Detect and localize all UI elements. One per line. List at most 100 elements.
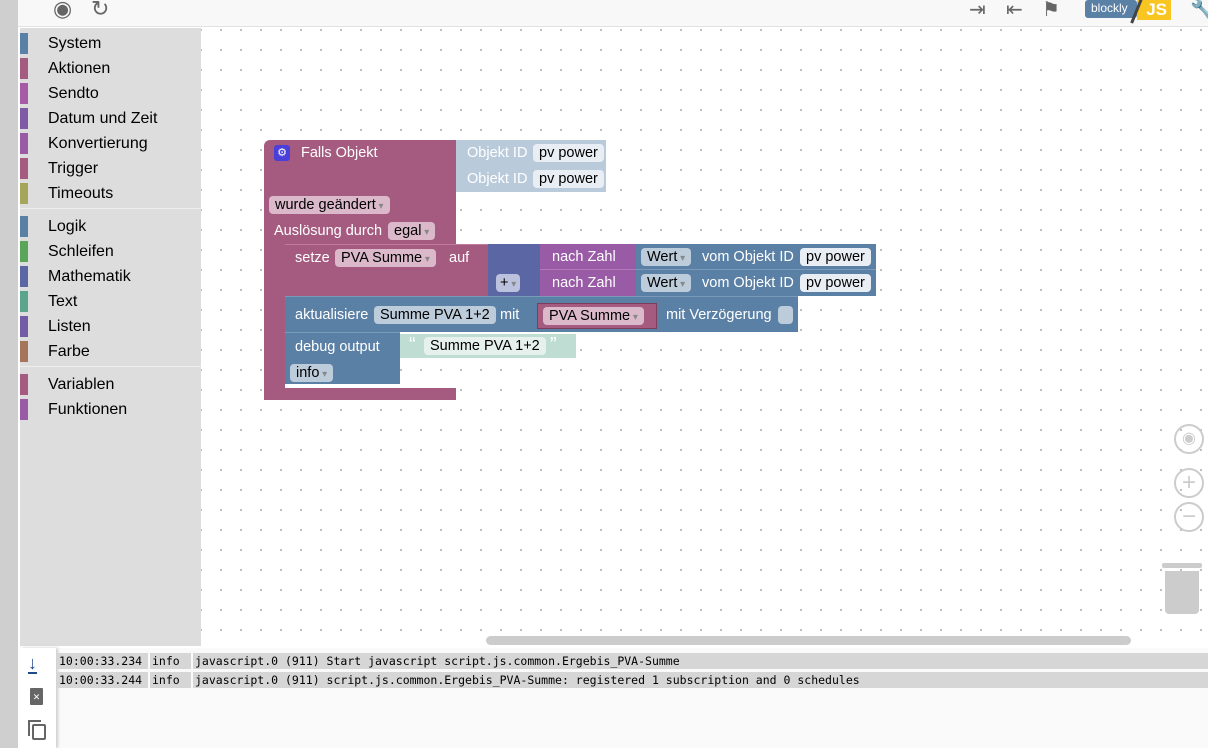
category-label: Konvertierung [48,135,148,152]
scroll-down-icon[interactable]: ↓ [28,654,37,674]
category-color [20,341,28,362]
trigger-by-dropdown[interactable]: egal [388,222,436,240]
to-number-block[interactable]: nach Zahl [540,270,636,296]
update-label: aktualisiere [295,307,369,323]
log-toolbar: ↓ ✕ [20,648,56,748]
category-color [20,399,28,420]
log-time: 10:00:33.234 [57,653,148,669]
text-field[interactable]: Summe PVA 1+2 [424,337,546,355]
object-id-label: Objekt ID [467,171,528,187]
blockly-mode[interactable]: blockly [1085,0,1137,18]
log-level: info [150,672,191,688]
category-mathematik[interactable]: Mathematik [20,265,201,287]
get-value-block[interactable]: Wert vom Objekt ID pv power [636,270,876,296]
condition-dropdown[interactable]: wurde geändert [269,196,390,214]
horizontal-scrollbar[interactable] [486,636,1131,645]
checkered-flag-icon[interactable]: ⚑ [1042,0,1060,22]
category-variablen[interactable]: Variablen [20,373,201,395]
delete-icon[interactable]: ✕ [30,688,43,705]
debug-output-block[interactable]: debug output info [285,332,400,384]
value-dropdown[interactable]: Wert [641,274,692,292]
gear-icon[interactable]: ⚙ [274,145,290,161]
recenter-icon[interactable]: ◉ [1174,424,1204,454]
category-color [20,374,28,395]
category-label: Timeouts [48,185,114,202]
category-konvertierung[interactable]: Konvertierung [20,132,201,154]
category-label: Aktionen [48,60,111,77]
log-level: info [150,653,191,669]
zoom-in-icon[interactable]: + [1174,468,1204,498]
category-label: System [48,35,102,52]
update-state-block[interactable]: aktualisiere Summe PVA 1+2 mit PVA Summe… [285,296,798,332]
category-schleifen[interactable]: Schleifen [20,240,201,262]
category-color [20,58,28,79]
trash-icon[interactable] [1162,560,1202,614]
object-id-block[interactable]: Objekt ID pv power [456,166,606,192]
category-color [20,266,28,287]
category-color [20,158,28,179]
object-id-field[interactable]: pv power [533,144,604,162]
category-label: Logik [48,218,87,235]
log-time: 10:00:33.244 [57,672,148,688]
object-id-field[interactable]: pv power [533,170,604,188]
delay-label: mit Verzögerung [666,307,772,323]
level-dropdown[interactable]: info [290,364,334,382]
set-variable-block[interactable]: setze PVA Summe auf [285,244,488,296]
category-system[interactable]: System [20,32,201,54]
export-icon[interactable]: ⇥ [969,0,986,22]
category-color [20,316,28,337]
category-label: Text [48,293,78,310]
toolbar: ◉ ↻ ⇥ ⇤ ⚑ blockly JS 🔧 [18,0,1208,27]
delay-checkbox[interactable] [778,306,793,324]
text-block[interactable]: “ Summe PVA 1+2 ” [400,334,576,358]
category-text[interactable]: Text [20,290,201,312]
variable-dropdown[interactable]: PVA Summe [335,249,436,267]
value-dropdown[interactable]: Wert [641,248,692,266]
get-value-block[interactable]: Wert vom Objekt ID pv power [636,244,876,270]
category-timeouts[interactable]: Timeouts [20,182,201,204]
category-sendto[interactable]: Sendto [20,82,201,104]
category-logik[interactable]: Logik [20,215,201,237]
state-field[interactable]: Summe PVA 1+2 [374,306,496,324]
category-trigger[interactable]: Trigger [20,157,201,179]
zoom-out-icon[interactable]: − [1174,502,1204,532]
category-label: Mathematik [48,268,131,285]
mode-toggle[interactable]: blockly JS [1080,0,1188,24]
blockly-workspace[interactable]: ⚙ Falls Objekt wurde geändert Auslösung … [201,28,1208,646]
object-id-field[interactable]: pv power [800,274,871,292]
object-id-block[interactable]: Objekt ID pv power [456,140,606,166]
category-color [20,241,28,262]
window-edge [0,0,18,748]
category-color [20,183,28,204]
category-separator [20,208,201,209]
category-listen[interactable]: Listen [20,315,201,337]
operator-dropdown[interactable]: + [496,274,521,292]
object-id-field[interactable]: pv power [800,248,871,266]
category-funktionen[interactable]: Funktionen [20,398,201,420]
settings-wrench-icon[interactable]: 🔧 [1190,0,1208,22]
category-color [20,291,28,312]
copy-icon[interactable] [28,720,46,740]
category-label: Funktionen [48,401,128,418]
import-icon[interactable]: ⇤ [1006,0,1023,22]
category-datum-und-zeit[interactable]: Datum und Zeit [20,107,201,129]
to-number-block[interactable]: nach Zahl [540,244,636,270]
to-number-label: nach Zahl [552,249,616,265]
category-color [20,83,28,104]
to-number-label: nach Zahl [552,275,616,291]
category-label: Listen [48,318,91,335]
category-aktionen[interactable]: Aktionen [20,57,201,79]
js-mode[interactable]: JS [1137,0,1171,20]
category-color [20,216,28,237]
trigger-title: Falls Objekt [301,145,378,161]
log-panel: ↓ ✕ 10:00:33.234 info javascript.0 (911) S… [20,648,1208,748]
category-farbe[interactable]: Farbe [20,340,201,362]
with-label: mit [500,307,520,323]
refresh-icon[interactable]: ↻ [91,0,109,21]
quote-open: “ [409,334,416,356]
locate-icon[interactable]: ◉ [53,0,72,21]
math-arithmetic-block[interactable]: + [488,244,540,296]
from-object-label: vom Objekt ID [702,275,794,291]
variable-dropdown[interactable]: PVA Summe [543,307,644,325]
to-label: auf [449,250,470,266]
